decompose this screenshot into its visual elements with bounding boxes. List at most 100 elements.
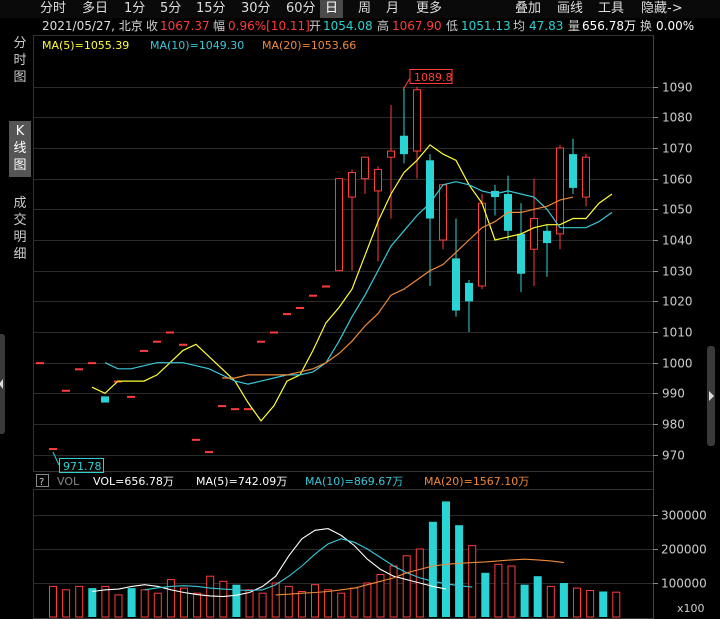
kline-chart[interactable]: 970 980 990 1000 1010 1020 1030 1040 1050 1060 107… — [0, 0, 720, 619]
volume-bar-8 — [153, 592, 162, 618]
volume-bar-36 — [520, 584, 529, 617]
candle-body — [452, 258, 460, 311]
vol-tick-label-0: 100000 — [661, 577, 707, 591]
price-axis-ticks: 970 980 990 1000 1010 1020 1030 1040 1050 1060 107… — [653, 81, 693, 463]
price-tick-label-5: 1020 — [662, 295, 693, 309]
candle-body — [530, 218, 538, 250]
candle-body — [348, 172, 356, 198]
candle-body — [374, 168, 382, 192]
candle-body — [478, 202, 486, 287]
vol-legend: VOL=656.78万 — [93, 475, 174, 488]
candle-2 — [62, 389, 70, 392]
price-tick-label-8: 1050 — [662, 203, 693, 217]
candle-body — [556, 147, 564, 235]
candle-29 — [413, 86, 421, 179]
price-tick-label-7: 1040 — [662, 234, 693, 248]
candle-13 — [205, 451, 213, 454]
price-grid — [34, 87, 653, 456]
volume-bar-21 — [324, 589, 333, 618]
volume-bar-29 — [428, 521, 437, 617]
candle-32 — [452, 218, 460, 317]
help-icon: ? — [39, 477, 44, 488]
vol-tick-label-2: 300000 — [661, 509, 707, 523]
candle-5 — [101, 396, 109, 403]
candle-10 — [166, 331, 174, 334]
volume-bar-40 — [573, 587, 581, 618]
candle-38 — [530, 178, 538, 286]
volume-grid — [34, 515, 653, 584]
volume-bar-35 — [507, 565, 516, 618]
volume-bar-16 — [258, 592, 267, 618]
vol-unit-label: x100 — [677, 602, 705, 615]
volume-bar-26 — [389, 565, 398, 618]
volume-bar-24 — [363, 582, 372, 618]
candle-33 — [465, 279, 473, 332]
candle-21 — [309, 294, 317, 297]
candle-26 — [374, 166, 382, 262]
candle-body — [244, 408, 252, 411]
candle-17 — [257, 340, 265, 343]
volume-bar-2 — [75, 585, 84, 618]
candle-body — [465, 282, 473, 302]
candle-body — [205, 451, 213, 454]
volume-bar-12 — [206, 575, 215, 618]
price-panel-frame — [33, 35, 654, 472]
volume-bar-42 — [599, 591, 608, 617]
price-tick-label-9: 1060 — [662, 173, 693, 187]
volume-bar-4 — [101, 585, 110, 618]
candle-27 — [387, 105, 395, 219]
price-tick-label-11: 1080 — [662, 111, 693, 125]
candle-body — [517, 233, 525, 274]
ma20-line — [222, 196, 574, 379]
candle-7 — [127, 395, 135, 398]
candle-body — [439, 184, 447, 241]
candle-28 — [400, 86, 408, 164]
price-tick-label-3: 1000 — [662, 357, 693, 371]
candle-3 — [75, 368, 83, 371]
candle-4 — [88, 362, 96, 365]
candle-19 — [283, 313, 291, 316]
candle-body — [283, 313, 291, 316]
candle-body — [543, 230, 551, 244]
price-tick-label-12: 1090 — [662, 81, 693, 95]
candle-body — [179, 343, 187, 346]
candle-body — [127, 395, 135, 398]
candle-40 — [556, 144, 564, 250]
price-tick-label-6: 1030 — [662, 265, 693, 279]
candle-body — [166, 331, 174, 334]
candle-body — [75, 368, 83, 371]
volume-bar-32 — [468, 545, 477, 618]
volume-bar-18 — [284, 585, 293, 618]
candle-39 — [543, 224, 551, 277]
price-tick-label-2: 990 — [662, 387, 685, 401]
ma5-legend: MA(5)=1055.39 — [42, 39, 129, 52]
candle-14 — [218, 405, 226, 408]
candle-body — [582, 156, 590, 198]
price-tick-label-0: 970 — [662, 449, 685, 463]
candle-11 — [179, 343, 187, 346]
candle-0 — [36, 362, 44, 365]
volume-bar-20 — [311, 584, 319, 618]
volume-bar-6 — [127, 588, 136, 617]
volume-bar-43 — [612, 591, 621, 618]
candle-22 — [322, 285, 330, 288]
candle-31 — [439, 184, 447, 250]
candle-body — [140, 349, 148, 352]
volume-bar-13 — [219, 580, 228, 618]
candle-body — [387, 150, 395, 158]
candle-34 — [478, 194, 486, 290]
volume-bar-3 — [88, 588, 97, 617]
volume-bar-19 — [297, 591, 306, 618]
candle-9 — [153, 340, 161, 343]
volume-bar-9 — [166, 579, 175, 618]
volume-bar-31 — [455, 525, 464, 617]
candle-16 — [244, 408, 252, 411]
candle-body — [62, 389, 70, 392]
ma10-legend: MA(10)=1049.30 — [150, 39, 244, 52]
min-price-label: 971.78 — [63, 460, 102, 473]
ma10-line — [104, 181, 613, 385]
volume-axis-ticks: 100000 200000 300000 — [653, 509, 707, 591]
candle-body — [257, 340, 265, 343]
vol-ma10-legend: MA(10)=869.67万 — [305, 475, 403, 488]
volume-bar-39 — [559, 583, 568, 617]
